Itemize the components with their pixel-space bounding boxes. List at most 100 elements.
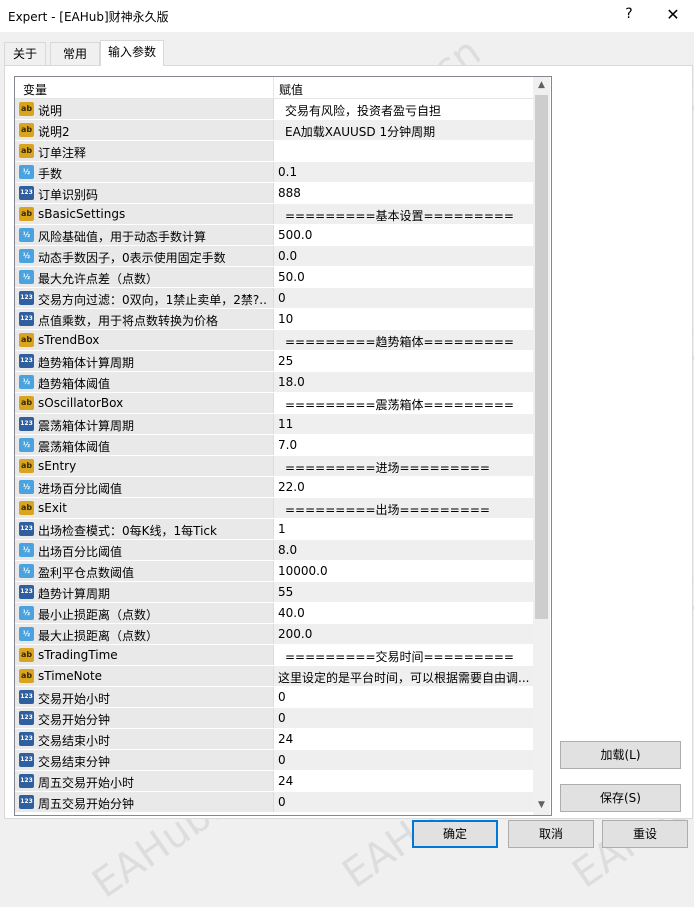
table-row[interactable]: 123 交易开始小时 0 bbox=[15, 687, 533, 708]
variable-cell[interactable]: ½ 趋势箱体阈值 bbox=[15, 372, 274, 392]
table-row[interactable]: ½ 动态手数因子，0表示使用固定手数 0.0 bbox=[15, 246, 533, 267]
value-cell[interactable]: =========出场========= bbox=[285, 501, 533, 518]
value-cell[interactable]: 22.0 bbox=[278, 480, 530, 494]
table-row[interactable]: ½ 手数 0.1 bbox=[15, 162, 533, 183]
table-row[interactable]: ab sEntry =========进场========= bbox=[15, 456, 533, 477]
variable-cell[interactable]: 123 交易方向过滤：0双向，1禁止卖单，2禁?.. bbox=[15, 288, 274, 308]
tab-common[interactable]: 常用 bbox=[50, 42, 100, 65]
table-row[interactable]: 123 交易方向过滤：0双向，1禁止卖单，2禁?.. 0 bbox=[15, 288, 533, 309]
tab-inputs[interactable]: 输入参数 bbox=[100, 40, 164, 66]
table-row[interactable]: ab sTradingTime =========交易时间========= bbox=[15, 645, 533, 666]
value-cell[interactable]: 24 bbox=[278, 774, 530, 788]
variable-cell[interactable]: ab sTradingTime bbox=[15, 645, 274, 665]
value-cell[interactable]: 0.1 bbox=[278, 165, 530, 179]
table-row[interactable]: ab sOscillatorBox =========震荡箱体========= bbox=[15, 393, 533, 414]
variable-cell[interactable]: ½ 最小止损距离（点数） bbox=[15, 603, 274, 623]
variable-cell[interactable]: ½ 最大止损距离（点数） bbox=[15, 624, 274, 644]
value-cell[interactable]: 0 bbox=[278, 753, 530, 767]
variable-cell[interactable]: ab sBasicSettings bbox=[15, 204, 274, 224]
table-row[interactable]: ab 说明 交易有风险，投资者盈亏自担 bbox=[15, 99, 533, 120]
column-divider[interactable] bbox=[273, 77, 274, 98]
variable-cell[interactable]: 123 趋势箱体计算周期 bbox=[15, 351, 274, 371]
variable-cell[interactable]: ½ 盈利平仓点数阈值 bbox=[15, 561, 274, 581]
variable-cell[interactable]: 123 交易开始小时 bbox=[15, 687, 274, 707]
variable-cell[interactable]: ab 说明2 bbox=[15, 120, 274, 140]
ok-button[interactable]: 确定 bbox=[412, 820, 498, 848]
value-cell[interactable]: 50.0 bbox=[278, 270, 530, 284]
value-cell[interactable]: 0 bbox=[278, 795, 530, 809]
variable-cell[interactable]: ab sTrendBox bbox=[15, 330, 274, 350]
table-row[interactable]: ab sExit =========出场========= bbox=[15, 498, 533, 519]
value-cell[interactable]: 55 bbox=[278, 585, 530, 599]
variable-cell[interactable]: ab 说明 bbox=[15, 99, 274, 119]
value-cell[interactable]: 18.0 bbox=[278, 375, 530, 389]
variable-cell[interactable]: 123 交易结束小时 bbox=[15, 729, 274, 749]
table-row[interactable]: 123 趋势计算周期 55 bbox=[15, 582, 533, 603]
variable-cell[interactable]: 123 交易开始分钟 bbox=[15, 708, 274, 728]
table-row[interactable]: ab sTimeNote 这里设定的是平台时间，可以根据需要自由调... bbox=[15, 666, 533, 687]
column-header-value[interactable]: 赋值 bbox=[279, 81, 303, 98]
table-row[interactable]: 123 出场检查模式：0每K线，1每Tick 1 bbox=[15, 519, 533, 540]
variable-cell[interactable]: ½ 出场百分比阈值 bbox=[15, 540, 274, 560]
value-cell[interactable]: 7.0 bbox=[278, 438, 530, 452]
value-cell[interactable]: 10 bbox=[278, 312, 530, 326]
value-cell[interactable]: 0 bbox=[278, 291, 530, 305]
column-header-variable[interactable]: 变量 bbox=[23, 81, 47, 98]
table-row[interactable]: ½ 盈利平仓点数阈值 10000.0 bbox=[15, 561, 533, 582]
value-cell[interactable]: 0 bbox=[278, 711, 530, 725]
table-row[interactable]: ½ 进场百分比阈值 22.0 bbox=[15, 477, 533, 498]
table-row[interactable]: 123 交易结束小时 24 bbox=[15, 729, 533, 750]
table-row[interactable]: 123 周五交易开始分钟 0 bbox=[15, 792, 533, 813]
table-row[interactable]: ab 订单注释 bbox=[15, 141, 533, 162]
value-cell[interactable]: 交易有风险，投资者盈亏自担 bbox=[285, 102, 533, 119]
table-row[interactable]: ab sBasicSettings =========基本设置========= bbox=[15, 204, 533, 225]
value-cell[interactable]: =========交易时间========= bbox=[285, 648, 533, 665]
variable-cell[interactable]: ab 订单注释 bbox=[15, 141, 274, 161]
value-cell[interactable]: 0.0 bbox=[278, 249, 530, 263]
value-cell[interactable]: =========震荡箱体========= bbox=[285, 396, 533, 413]
variable-cell[interactable]: 123 趋势计算周期 bbox=[15, 582, 274, 602]
table-row[interactable]: ½ 最小止损距离（点数） 40.0 bbox=[15, 603, 533, 624]
variable-cell[interactable]: ab sExit bbox=[15, 498, 274, 518]
table-row[interactable]: 123 周五交易开始小时 24 bbox=[15, 771, 533, 792]
variable-cell[interactable]: 123 震荡箱体计算周期 bbox=[15, 414, 274, 434]
table-row[interactable]: ab 说明2 EA加载XAUUSD 1分钟周期 bbox=[15, 120, 533, 141]
vertical-scrollbar[interactable]: ▲ ▼ bbox=[533, 77, 550, 815]
value-cell[interactable]: 40.0 bbox=[278, 606, 530, 620]
table-row[interactable]: ½ 震荡箱体阈值 7.0 bbox=[15, 435, 533, 456]
value-cell[interactable]: 10000.0 bbox=[278, 564, 530, 578]
value-cell[interactable]: 500.0 bbox=[278, 228, 530, 242]
table-row[interactable]: ½ 最大止损距离（点数） 200.0 bbox=[15, 624, 533, 645]
variable-cell[interactable]: ½ 风险基础值，用于动态手数计算 bbox=[15, 225, 274, 245]
variable-cell[interactable]: ab sEntry bbox=[15, 456, 274, 476]
table-row[interactable]: ab sTrendBox =========趋势箱体========= bbox=[15, 330, 533, 351]
variable-cell[interactable]: ½ 进场百分比阈值 bbox=[15, 477, 274, 497]
variable-cell[interactable]: ab sTimeNote bbox=[15, 666, 274, 686]
reset-button[interactable]: 重设 bbox=[602, 820, 688, 848]
variable-cell[interactable]: 123 交易结束分钟 bbox=[15, 750, 274, 770]
table-row[interactable]: ½ 风险基础值，用于动态手数计算 500.0 bbox=[15, 225, 533, 246]
value-cell[interactable]: 200.0 bbox=[278, 627, 530, 641]
table-row[interactable]: 123 震荡箱体计算周期 11 bbox=[15, 414, 533, 435]
cancel-button[interactable]: 取消 bbox=[508, 820, 594, 848]
table-row[interactable]: 123 交易开始分钟 0 bbox=[15, 708, 533, 729]
table-row[interactable]: ½ 出场百分比阈值 8.0 bbox=[15, 540, 533, 561]
variable-cell[interactable]: 123 出场检查模式：0每K线，1每Tick bbox=[15, 519, 274, 539]
value-cell[interactable]: 1 bbox=[278, 522, 530, 536]
scroll-up-icon[interactable]: ▲ bbox=[533, 77, 550, 94]
variable-cell[interactable]: ½ 手数 bbox=[15, 162, 274, 182]
tab-about[interactable]: 关于 bbox=[4, 42, 46, 65]
table-row[interactable]: 123 趋势箱体计算周期 25 bbox=[15, 351, 533, 372]
close-icon[interactable]: ✕ bbox=[665, 5, 681, 24]
save-button[interactable]: 保存(S) bbox=[560, 784, 681, 812]
variable-cell[interactable]: 123 订单识别码 bbox=[15, 183, 274, 203]
value-cell[interactable]: =========趋势箱体========= bbox=[285, 333, 533, 350]
variable-cell[interactable]: ½ 震荡箱体阈值 bbox=[15, 435, 274, 455]
variable-cell[interactable]: 123 周五交易开始小时 bbox=[15, 771, 274, 791]
table-row[interactable]: ½ 趋势箱体阈值 18.0 bbox=[15, 372, 533, 393]
table-row[interactable]: ½ 最大允许点差（点数） 50.0 bbox=[15, 267, 533, 288]
table-row[interactable]: 123 订单识别码 888 bbox=[15, 183, 533, 204]
value-cell[interactable]: 11 bbox=[278, 417, 530, 431]
value-cell[interactable]: 这里设定的是平台时间，可以根据需要自由调... bbox=[278, 669, 530, 686]
variable-cell[interactable]: 123 周五交易开始分钟 bbox=[15, 792, 274, 812]
